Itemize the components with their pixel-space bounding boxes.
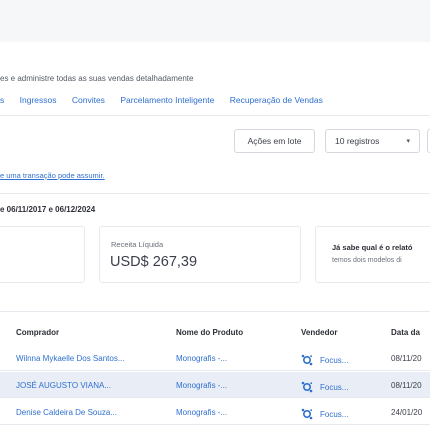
buyer-name[interactable]: JOSÉ AUGUSTO VIANA... — [16, 381, 111, 390]
seller[interactable]: Focus... — [301, 381, 348, 393]
seller[interactable]: Focus... — [301, 408, 348, 420]
tab-partial[interactable]: s — [0, 95, 4, 105]
buyer-name[interactable]: Denise Caldeira De Souza... — [16, 408, 117, 417]
tab-ingressos[interactable]: Ingressos — [20, 95, 57, 105]
tab-convites[interactable]: Convites — [72, 95, 105, 105]
column-header-date[interactable]: Data da — [391, 328, 420, 337]
buyer-name[interactable]: Wilnna Mykaelle Dos Santos... — [16, 354, 125, 363]
tab-recuperacao-de-vendas[interactable]: Recuperação de Vendas — [230, 95, 323, 105]
period-range: e 06/11/2017 e 06/12/2024 — [0, 205, 96, 214]
report-tip-body: temos dois modelos di — [332, 257, 402, 264]
seller-logo-icon — [301, 408, 313, 420]
sale-date: 24/01/20 — [391, 408, 423, 417]
seller-name: Focus... — [320, 409, 349, 419]
top-bar — [0, 0, 430, 42]
divider — [0, 193, 430, 194]
records-per-page-select[interactable]: 10 registros ▾ — [325, 129, 420, 153]
seller-name: Focus... — [320, 382, 349, 392]
transaction-status-info-link[interactable]: e uma transação pode assumir. — [0, 171, 105, 180]
column-header-seller[interactable]: Vendedor — [301, 328, 337, 337]
table-row[interactable]: JOSÉ AUGUSTO VIANA... Monografis -... Fo… — [0, 372, 430, 398]
report-tip-card[interactable]: Já sabe qual é o relató temos dois model… — [315, 226, 430, 283]
seller-logo-icon — [301, 381, 313, 393]
summary-card — [0, 226, 85, 283]
seller-name: Focus... — [320, 355, 349, 365]
report-tip-title: Já sabe qual é o relató — [332, 243, 413, 252]
table-row[interactable]: Denise Caldeira De Souza... Monografis -… — [0, 399, 430, 425]
net-revenue-label: Receita Líquida — [111, 240, 164, 249]
section-tabs: s Ingressos Convites Parcelamento Inteli… — [0, 95, 336, 105]
sale-date: 08/11/20 — [391, 354, 422, 363]
bulk-actions-label: Ações em lote — [247, 136, 302, 146]
net-revenue-card: Receita Líquida USD$ 267,39 — [99, 226, 301, 283]
bulk-actions-button[interactable]: Ações em lote — [234, 129, 315, 153]
table-row[interactable]: Wilnna Mykaelle Dos Santos... Monografis… — [0, 345, 430, 371]
product-name[interactable]: Monografis -... — [176, 354, 227, 363]
seller-logo-icon — [301, 354, 313, 366]
records-per-page-value: 10 registros — [335, 136, 380, 146]
net-revenue-value: USD$ 267,39 — [110, 254, 198, 270]
divider — [0, 115, 430, 116]
column-header-product[interactable]: Nome do Produto — [176, 328, 243, 337]
column-header-buyer[interactable]: Comprador — [16, 328, 59, 337]
seller[interactable]: Focus... — [301, 354, 348, 366]
chevron-down-icon: ▾ — [406, 138, 410, 145]
product-name[interactable]: Monografis -... — [176, 381, 227, 390]
page-subtitle: es e administre todas as suas vendas det… — [0, 74, 194, 83]
sale-date: 08/11/20 — [391, 381, 422, 390]
product-name[interactable]: Monografis -... — [176, 408, 227, 417]
tab-parcelamento-inteligente[interactable]: Parcelamento Inteligente — [120, 95, 214, 105]
